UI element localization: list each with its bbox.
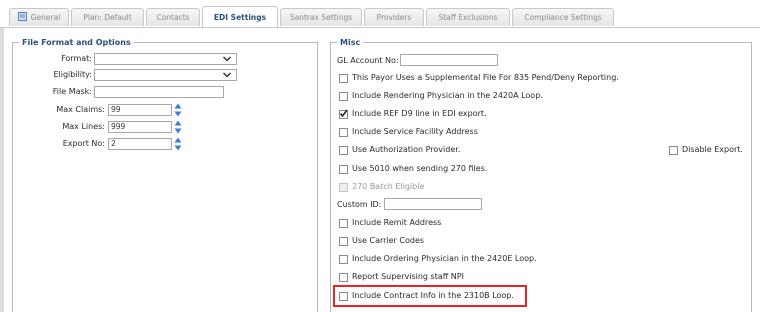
contract-info-label: Include Contract Info in the 2310B Loop. — [352, 291, 514, 300]
supplemental-file-checkbox[interactable] — [339, 74, 348, 83]
tab-edi-settings-label: EDI Settings — [213, 13, 267, 22]
contract-info-checkbox[interactable] — [339, 292, 348, 301]
rendering-physician-checkbox[interactable] — [339, 92, 348, 101]
carrier-codes-checkbox[interactable] — [339, 237, 348, 246]
remit-address-label: Include Remit Address — [352, 218, 442, 227]
max-lines-label: Max Lines: — [62, 122, 105, 131]
service-facility-label: Include Service Facility Address — [352, 127, 478, 136]
max-claims-spinner-icon[interactable] — [174, 103, 182, 117]
format-label: Format: — [61, 54, 92, 63]
tab-staff-exclusions-label: Staff Exclusions — [438, 13, 498, 22]
tab-contacts-label: Contacts — [156, 13, 190, 22]
tab-compliance-settings[interactable]: Compliance Settings — [512, 8, 614, 26]
tab-edi-settings[interactable]: EDI Settings — [202, 6, 278, 28]
use-5010-checkbox[interactable] — [339, 165, 348, 174]
export-no-spinner-icon[interactable] — [174, 137, 182, 151]
file-mask-label: File Mask: — [52, 87, 92, 96]
authorization-provider-label: Use Authorization Provider. — [352, 145, 461, 154]
export-no-label: Export No: — [62, 139, 105, 148]
supervising-npi-label: Report Supervising staff NPI — [352, 272, 464, 281]
carrier-codes-label: Use Carrier Codes — [352, 236, 425, 245]
max-claims-input[interactable]: 99 — [108, 104, 172, 116]
file-format-fieldset: File Format and Options — [12, 37, 318, 312]
tab-santrax-settings[interactable]: Santrax Settings — [280, 8, 362, 26]
tab-contacts[interactable]: Contacts — [146, 8, 200, 26]
tab-plan-default-label: Plan: Default — [83, 13, 132, 22]
export-no-input[interactable]: 2 — [108, 138, 172, 150]
service-facility-checkbox[interactable] — [339, 128, 348, 137]
tab-content-border — [0, 27, 760, 28]
custom-id-label: Custom ID: — [337, 200, 382, 209]
supervising-npi-checkbox[interactable] — [339, 273, 348, 282]
file-mask-input[interactable] — [94, 86, 224, 98]
disable-export-checkbox[interactable] — [669, 146, 678, 155]
file-format-legend: File Format and Options — [19, 37, 134, 48]
max-lines-input[interactable]: 999 — [108, 121, 172, 133]
authorization-provider-checkbox[interactable] — [339, 146, 348, 155]
tab-plan-default[interactable]: Plan: Default — [71, 8, 144, 26]
custom-id-input[interactable] — [384, 198, 482, 210]
gl-account-input[interactable] — [400, 54, 498, 66]
batch-eligible-label: 270 Batch Eligible — [352, 182, 425, 191]
chevron-down-icon — [222, 56, 232, 62]
supplemental-file-label: This Payor Uses a Supplemental File For … — [352, 73, 619, 82]
chevron-down-icon — [222, 72, 232, 78]
eligibility-select[interactable] — [94, 69, 237, 81]
ref-d9-checkbox[interactable] — [339, 109, 348, 119]
tab-general-label: General — [30, 13, 61, 22]
batch-eligible-checkbox — [339, 183, 348, 192]
checkmark-icon — [339, 109, 348, 118]
left-edge-bar — [0, 28, 4, 312]
ordering-physician-label: Include Ordering Physician in the 2420E … — [352, 254, 537, 263]
misc-legend: Misc — [337, 37, 364, 48]
use-5010-label: Use 5010 when sending 270 files. — [352, 164, 488, 173]
tab-staff-exclusions[interactable]: Staff Exclusions — [426, 8, 510, 26]
remit-address-checkbox[interactable] — [339, 219, 348, 228]
document-icon — [17, 12, 27, 21]
format-select[interactable] — [94, 53, 237, 65]
ref-d9-label: Include REF D9 line in EDI export. — [352, 109, 487, 118]
gl-account-label: GL Account No: — [337, 56, 399, 65]
disable-export-label: Disable Export. — [682, 145, 743, 154]
tab-santrax-settings-label: Santrax Settings — [289, 13, 353, 22]
max-lines-spinner-icon[interactable] — [174, 120, 182, 134]
tab-providers-label: Providers — [376, 13, 412, 22]
eligibility-label: Eligibility: — [53, 70, 92, 79]
rendering-physician-label: Include Rendering Physician in the 2420A… — [352, 91, 543, 100]
tab-general[interactable]: General — [9, 8, 69, 26]
tab-compliance-settings-label: Compliance Settings — [524, 13, 602, 22]
tab-providers[interactable]: Providers — [364, 8, 424, 26]
max-claims-label: Max Claims: — [56, 105, 105, 114]
ordering-physician-checkbox[interactable] — [339, 255, 348, 264]
